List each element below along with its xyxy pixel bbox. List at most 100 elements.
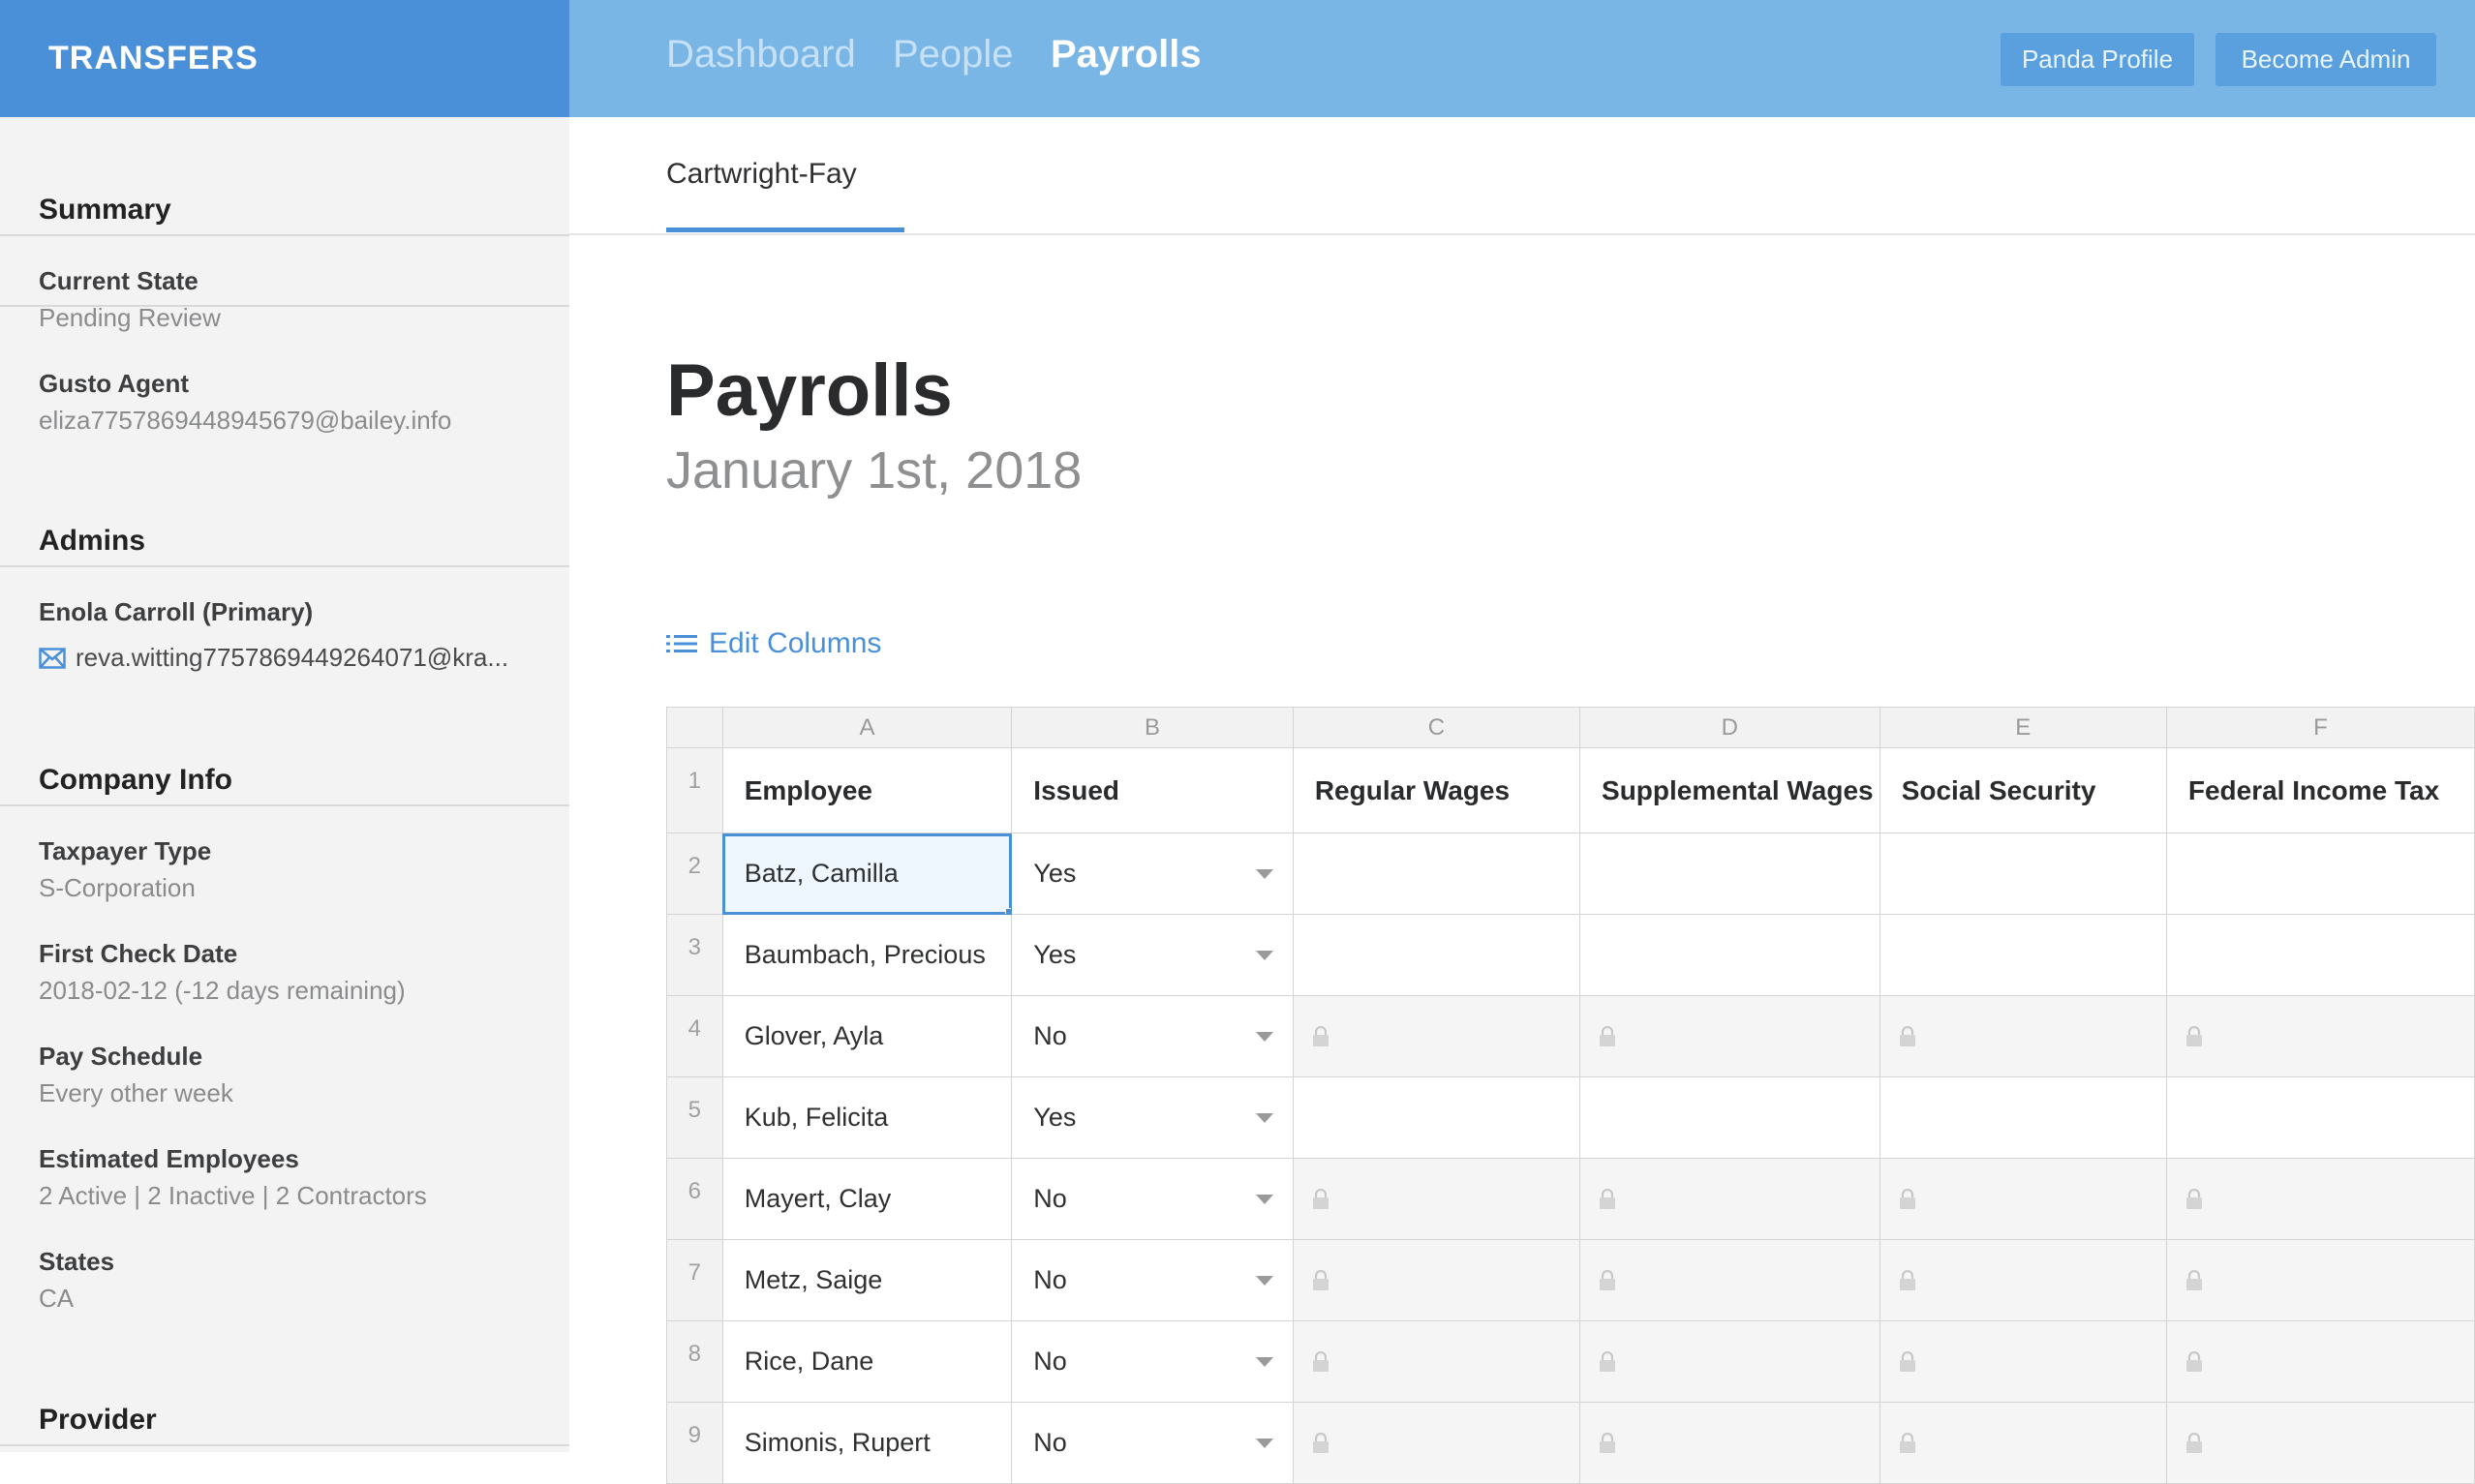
regular-wages-cell	[1292, 1320, 1581, 1403]
lock-icon	[1312, 1269, 1329, 1290]
row-number[interactable]: 5	[666, 1076, 723, 1159]
supplemental-wages-cell	[1579, 995, 1880, 1077]
issued-value: No	[1033, 1347, 1067, 1376]
lock-icon	[1899, 1188, 1915, 1209]
header-regular-wages[interactable]: Regular Wages	[1292, 747, 1581, 833]
social-security-cell	[1879, 1320, 2167, 1403]
federal-income-tax-cell[interactable]	[2165, 1076, 2475, 1159]
become-admin-button[interactable]: Become Admin	[2215, 33, 2436, 86]
column-letter-a[interactable]: A	[721, 707, 1013, 748]
header-supplemental-wages[interactable]: Supplemental Wages	[1579, 747, 1880, 833]
column-letter-f[interactable]: F	[2165, 707, 2475, 748]
issued-value: Yes	[1033, 940, 1077, 969]
fill-handle[interactable]	[1005, 908, 1011, 914]
employee-name: Mayert, Clay	[744, 1184, 892, 1213]
issued-dropdown[interactable]: No	[1011, 1320, 1294, 1403]
lock-icon	[2185, 1188, 2202, 1209]
issued-dropdown[interactable]: No	[1011, 1158, 1294, 1240]
payroll-grid: A B C D E F 1 Employee Issued Regular Wa…	[666, 707, 2475, 1484]
lock-icon	[1600, 1269, 1616, 1290]
admin-email-link[interactable]: reva.witting7757869449264071@kra...	[39, 643, 508, 673]
regular-wages-cell[interactable]	[1292, 833, 1581, 915]
nav-people[interactable]: People	[893, 33, 1014, 76]
social-security-cell[interactable]	[1879, 914, 2167, 996]
panda-profile-button[interactable]: Panda Profile	[2001, 33, 2194, 86]
states-value: CA	[39, 1284, 75, 1313]
issued-dropdown[interactable]: No	[1011, 995, 1294, 1077]
row-number[interactable]: 8	[666, 1320, 723, 1403]
current-state-label: Current State	[39, 266, 199, 295]
header-employee[interactable]: Employee	[721, 747, 1013, 833]
social-security-cell[interactable]	[1879, 833, 2167, 915]
edit-columns-button[interactable]: Edit Columns	[666, 627, 881, 660]
gusto-agent-value: eliza7757869448945679@bailey.info	[39, 406, 452, 435]
supplemental-wages-cell[interactable]	[1579, 914, 1880, 996]
header-social-security[interactable]: Social Security	[1879, 747, 2167, 833]
employee-cell[interactable]: Mayert, Clay	[721, 1158, 1013, 1240]
regular-wages-cell[interactable]	[1292, 914, 1581, 996]
issued-dropdown[interactable]: Yes	[1011, 914, 1294, 996]
caret-down-icon	[1255, 1194, 1273, 1204]
column-letter-c[interactable]: C	[1292, 707, 1581, 748]
gusto-agent-label: Gusto Agent	[39, 369, 190, 398]
nav-dashboard[interactable]: Dashboard	[666, 33, 856, 76]
supplemental-wages-cell[interactable]	[1579, 833, 1880, 915]
issued-dropdown[interactable]: No	[1011, 1239, 1294, 1321]
lock-icon	[1899, 1269, 1915, 1290]
row-number[interactable]: 9	[666, 1402, 723, 1484]
first-check-date-value: 2018-02-12 (-12 days remaining)	[39, 976, 406, 1005]
employee-name: Batz, Camilla	[744, 859, 899, 888]
issued-dropdown[interactable]: Yes	[1011, 833, 1294, 915]
tab-active-indicator	[666, 227, 904, 232]
row-number[interactable]: 2	[666, 833, 723, 915]
supplemental-wages-cell[interactable]	[1579, 1076, 1880, 1159]
social-security-cell	[1879, 1402, 2167, 1484]
column-letter-b[interactable]: B	[1011, 707, 1294, 748]
regular-wages-cell	[1292, 995, 1581, 1077]
row-number[interactable]: 6	[666, 1158, 723, 1240]
issued-value: Yes	[1033, 1103, 1077, 1132]
employee-cell[interactable]: Baumbach, Precious	[721, 914, 1013, 996]
table-row: 9 Simonis, Rupert No	[666, 1402, 2475, 1484]
social-security-cell[interactable]	[1879, 1076, 2167, 1159]
row-number[interactable]: 4	[666, 995, 723, 1077]
provider-heading: Provider	[0, 1373, 569, 1446]
issued-dropdown[interactable]: No	[1011, 1402, 1294, 1484]
caret-down-icon	[1255, 1438, 1273, 1448]
employee-cell[interactable]: Kub, Felicita	[721, 1076, 1013, 1159]
lock-icon	[1600, 1188, 1616, 1209]
regular-wages-cell[interactable]	[1292, 1076, 1581, 1159]
issued-value: No	[1033, 1184, 1067, 1213]
employee-cell[interactable]: Metz, Saige	[721, 1239, 1013, 1321]
pay-schedule-label: Pay Schedule	[39, 1042, 203, 1071]
states-label: States	[39, 1247, 115, 1276]
row-number[interactable]: 3	[666, 914, 723, 996]
employee-cell[interactable]: Glover, Ayla	[721, 995, 1013, 1077]
header-issued[interactable]: Issued	[1011, 747, 1294, 833]
edit-columns-label: Edit Columns	[709, 627, 882, 659]
nav-payrolls[interactable]: Payrolls	[1051, 33, 1202, 76]
page-title: Payrolls	[666, 349, 953, 432]
column-letter-d[interactable]: D	[1579, 707, 1880, 748]
employee-cell[interactable]: Simonis, Rupert	[721, 1402, 1013, 1484]
lock-icon	[2185, 1269, 2202, 1290]
caret-down-icon	[1255, 1031, 1273, 1042]
brand-logo[interactable]: TRANSFERS	[0, 0, 569, 117]
employee-cell[interactable]: Rice, Dane	[721, 1320, 1013, 1403]
issued-dropdown[interactable]: Yes	[1011, 1076, 1294, 1159]
tab-company[interactable]: Cartwright-Fay	[666, 158, 857, 191]
estimated-employees-value: 2 Active | 2 Inactive | 2 Contractors	[39, 1181, 427, 1210]
federal-income-tax-cell[interactable]	[2165, 914, 2475, 996]
row-number[interactable]: 1	[666, 747, 723, 833]
supplemental-wages-cell	[1579, 1239, 1880, 1321]
employee-cell[interactable]: Batz, Camilla	[721, 833, 1013, 915]
federal-income-tax-cell	[2165, 1402, 2475, 1484]
column-letter-e[interactable]: E	[1879, 707, 2167, 748]
supplemental-wages-cell	[1579, 1158, 1880, 1240]
brand-name: TRANSFERS	[48, 40, 259, 76]
regular-wages-cell	[1292, 1239, 1581, 1321]
header-federal-income-tax[interactable]: Federal Income Tax	[2165, 747, 2475, 833]
federal-income-tax-cell	[2165, 1158, 2475, 1240]
row-number[interactable]: 7	[666, 1239, 723, 1321]
federal-income-tax-cell[interactable]	[2165, 833, 2475, 915]
